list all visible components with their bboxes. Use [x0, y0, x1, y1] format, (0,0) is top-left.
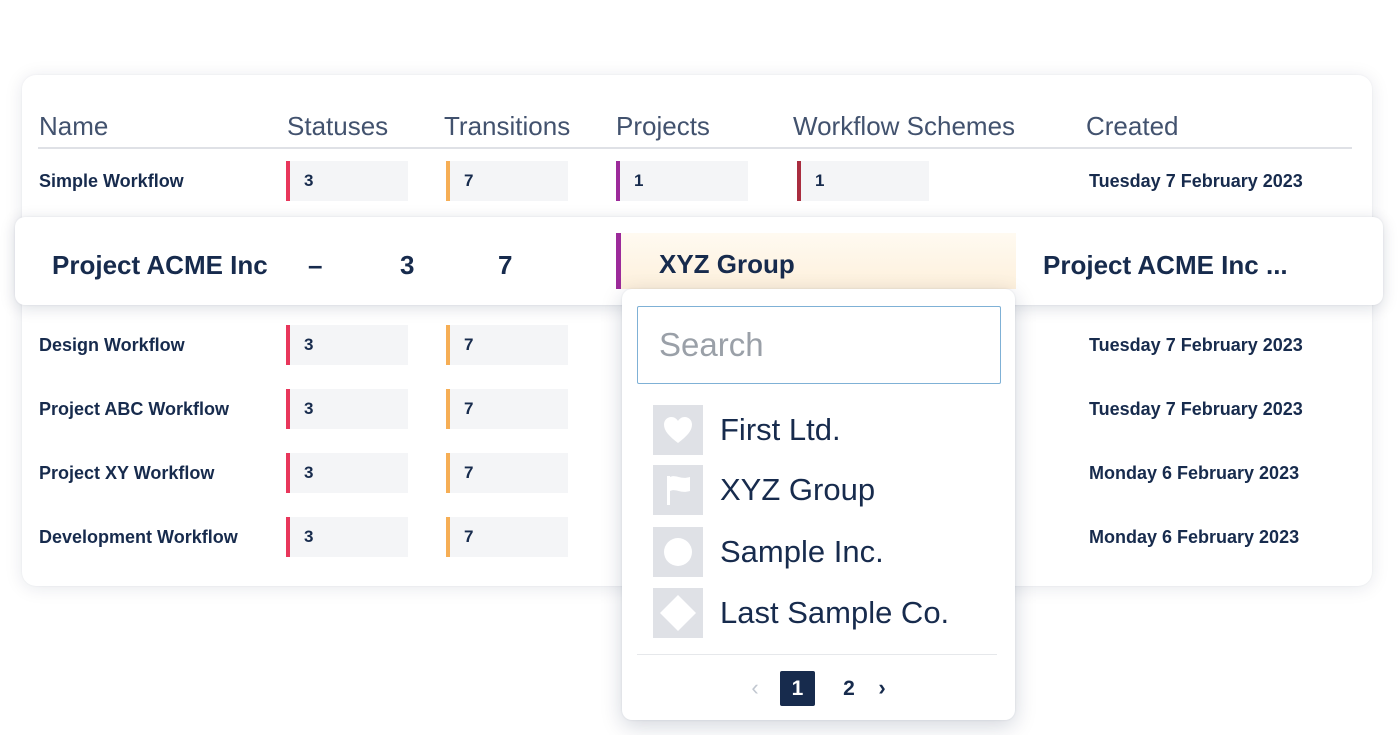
- flag-icon: [653, 465, 703, 515]
- highlighted-row-transitions: 7: [498, 250, 513, 280]
- highlighted-row-dash: –: [308, 250, 323, 280]
- option-label: Sample Inc.: [720, 534, 884, 569]
- workflow-name[interactable]: Project ABC Workflow: [39, 389, 229, 429]
- highlighted-row-created: Project ACME Inc ...: [1043, 250, 1288, 280]
- option-sample-inc[interactable]: Sample Inc.: [653, 527, 983, 577]
- column-header-name[interactable]: Name: [39, 111, 108, 141]
- statuses-count: 3: [286, 325, 408, 365]
- highlighted-row-statuses: 3: [400, 250, 415, 280]
- project-select-trigger[interactable]: XYZ Group: [616, 233, 1016, 289]
- diamond-icon: [653, 588, 703, 638]
- created-date: Monday 6 February 2023: [1089, 527, 1300, 547]
- statuses-count: 3: [286, 389, 408, 429]
- heart-icon: [653, 405, 703, 455]
- option-label: Last Sample Co.: [720, 595, 950, 630]
- circle-icon: [653, 527, 703, 577]
- column-header-statuses[interactable]: Statuses: [287, 111, 388, 141]
- transitions-count: 7: [446, 453, 568, 493]
- workflow-name[interactable]: Simple Workflow: [39, 161, 184, 201]
- projects-count: 1: [616, 161, 748, 201]
- pagination-divider: [637, 654, 997, 655]
- pagination-prev-icon[interactable]: ‹: [745, 675, 765, 701]
- statuses-count: 3: [286, 517, 408, 557]
- search-input[interactable]: [637, 306, 1001, 384]
- transitions-count: 7: [446, 517, 568, 557]
- statuses-count: 3: [286, 453, 408, 493]
- transitions-count: 7: [446, 161, 568, 201]
- selected-project-label: XYZ Group: [659, 249, 795, 279]
- created-date: Tuesday 7 February 2023: [1089, 171, 1303, 191]
- created-date: Monday 6 February 2023: [1089, 463, 1300, 483]
- pagination-next-icon[interactable]: ›: [872, 675, 892, 701]
- transitions-count: 7: [446, 325, 568, 365]
- workflow-name[interactable]: Project XY Workflow: [39, 453, 214, 493]
- workflow-name[interactable]: Design Workflow: [39, 325, 185, 365]
- column-header-transitions[interactable]: Transitions: [444, 111, 570, 141]
- option-label: XYZ Group: [720, 472, 876, 507]
- option-label: First Ltd.: [720, 412, 841, 447]
- option-last-sample-co[interactable]: Last Sample Co.: [653, 588, 983, 638]
- option-xyz-group[interactable]: XYZ Group: [653, 465, 983, 515]
- workflow-name[interactable]: Development Workflow: [39, 517, 238, 557]
- statuses-count: 3: [286, 161, 408, 201]
- project-dropdown: First Ltd. XYZ Group Sample Inc. Last Sa…: [622, 289, 1015, 720]
- schemes-count: 1: [797, 161, 929, 201]
- column-header-workflow-schemes[interactable]: Workflow Schemes: [793, 111, 1015, 141]
- transitions-count: 7: [446, 389, 568, 429]
- column-header-projects[interactable]: Projects: [616, 111, 710, 141]
- pagination-page-1[interactable]: 1: [780, 671, 815, 706]
- created-date: Tuesday 7 February 2023: [1089, 399, 1303, 419]
- column-header-created[interactable]: Created: [1086, 111, 1179, 141]
- option-first-ltd[interactable]: First Ltd.: [653, 405, 983, 455]
- pagination-page-2[interactable]: 2: [836, 671, 862, 706]
- table-row[interactable]: Simple Workflow 3 7 1 1 Tuesday 7 Februa…: [0, 161, 1400, 201]
- highlighted-row-name[interactable]: Project ACME Inc: [52, 249, 268, 281]
- created-date: Tuesday 7 February 2023: [1089, 335, 1303, 355]
- header-divider: [38, 147, 1352, 149]
